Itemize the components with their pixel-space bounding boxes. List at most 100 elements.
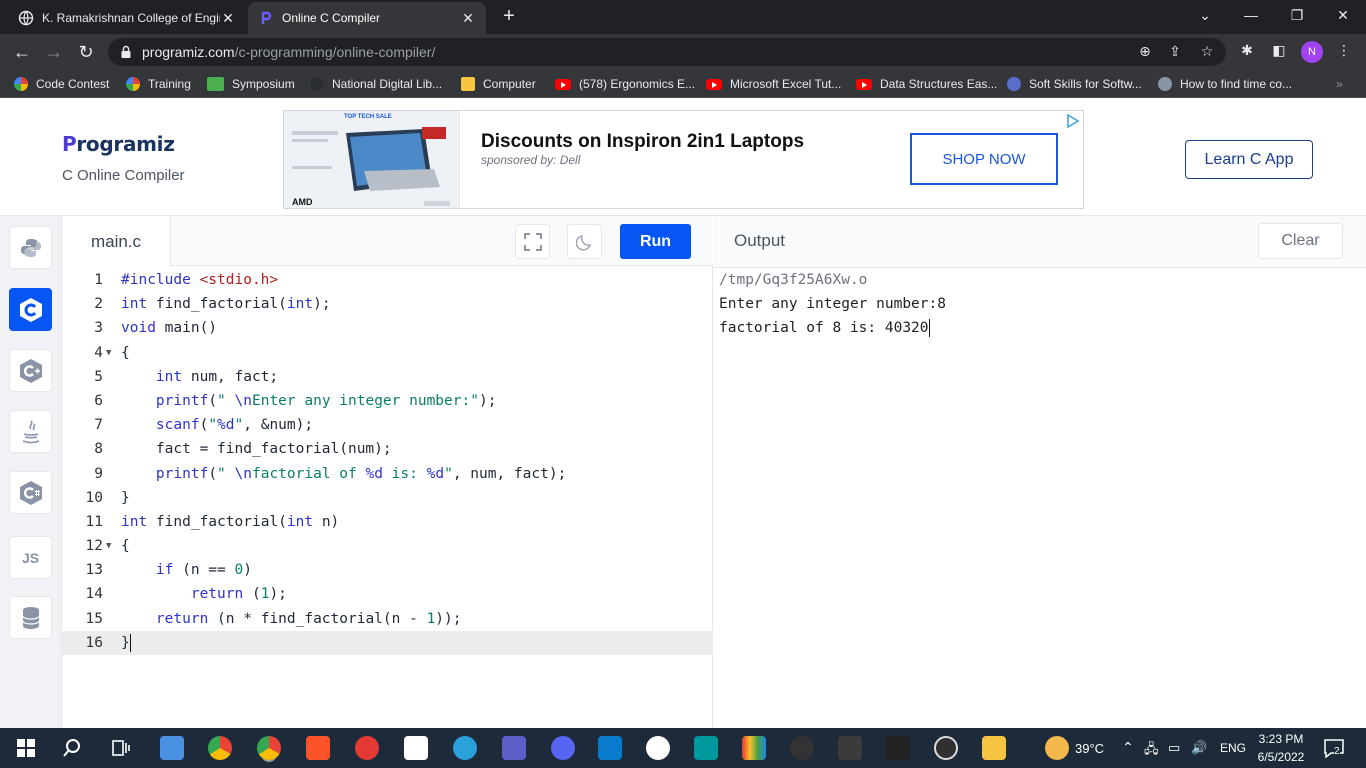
code-line[interactable]: 4 ▼ { [62,341,713,365]
bookmark-excel[interactable]: Microsoft Excel Tut... [706,76,841,92]
adchoices-icon[interactable] [1065,113,1081,129]
back-arrow-icon[interactable]: ← [10,40,34,64]
code-line-text[interactable]: int find_factorial(int); [121,292,331,316]
search-icon[interactable] [60,736,84,760]
close-tab-icon[interactable]: ✕ [460,10,476,27]
weather-sun-icon[interactable] [1045,736,1069,760]
clear-button[interactable]: Clear [1258,223,1343,259]
minimize-button[interactable]: — [1228,0,1274,30]
code-line[interactable]: 7 scanf("%d", &num); [62,413,713,437]
battery-icon[interactable]: ▭ [1168,740,1180,756]
profile-avatar[interactable]: N [1301,41,1323,63]
shop-now-button[interactable]: SHOP NOW [910,133,1058,185]
new-tab-button[interactable]: + [498,6,520,28]
discord-icon[interactable] [551,736,575,760]
code-line-text[interactable]: return (n * find_factorial(n - 1)); [121,607,462,631]
ad-laptop-image[interactable]: TOP TECH SALE AMD [284,111,460,208]
more-bookmarks-chevron-icon[interactable]: » [1336,76,1343,92]
obs-icon[interactable] [934,736,958,760]
lock-icon[interactable] [120,45,132,59]
restore-button[interactable]: ❐ [1274,0,1320,30]
code-line-text[interactable]: } [121,486,130,510]
code-line-text[interactable]: printf(" \nEnter any integer number:"); [121,389,497,413]
code-line-text[interactable]: fact = find_factorial(num); [121,437,392,461]
arduino-icon[interactable] [694,736,718,760]
bookmark-computer[interactable]: Computer [461,76,536,92]
code-line[interactable]: 3 void main() [62,316,713,340]
run-button[interactable]: Run [620,224,691,259]
chrome-icon[interactable] [208,736,232,760]
bookmark-data-structures[interactable]: Data Structures Eas... [856,76,997,92]
code-line[interactable]: 13 if (n == 0) [62,558,713,582]
network-icon[interactable]: 🖧 [1144,740,1159,762]
code-line-text[interactable]: { [121,341,130,365]
java-icon[interactable] [9,410,52,453]
bookmark-find-time[interactable]: How to find time co... [1158,76,1292,92]
file-explorer-icon[interactable] [982,736,1006,760]
code-line[interactable]: 5 int num, fact; [62,365,713,389]
code-line-text[interactable]: if (n == 0) [121,558,252,582]
brave-icon[interactable] [306,736,330,760]
side-panel-icon[interactable]: ◧ [1269,42,1289,62]
code-line[interactable]: 10} [62,486,713,510]
more-menu-icon[interactable]: ⋮ [1334,42,1354,62]
fold-arrow-icon[interactable]: ▼ [106,341,111,365]
code-line-text[interactable]: } [121,631,131,655]
audio-editor-icon[interactable] [886,736,910,760]
bookmark-ndl[interactable]: National Digital Lib... [310,76,442,92]
clock-date[interactable]: 6/5/2022 [1254,750,1308,764]
fullscreen-icon[interactable] [515,224,550,259]
bookmark-training[interactable]: Training [126,76,191,92]
bookmark-code-contest[interactable]: Code Contest [14,76,109,92]
code-line[interactable]: 11 int find_factorial(int n) [62,510,713,534]
code-line-active[interactable]: 16} [62,630,713,655]
code-area[interactable]: 1 #include <stdio.h> 2 int find_factorial(… [62,268,713,655]
close-window-button[interactable]: ✕ [1320,0,1366,30]
programiz-logo[interactable]: Programiz [62,132,175,156]
code-line-text[interactable]: scanf("%d", &num); [121,413,313,437]
code-line[interactable]: 6 printf(" \nEnter any integer number:")… [62,389,713,413]
file-tab-main-c[interactable]: main.c [62,216,171,267]
address-bar[interactable]: programiz.com/c-programming/online-compi… [108,38,1226,66]
learn-c-app-button[interactable]: Learn C App [1185,140,1313,179]
output-console[interactable]: /tmp/Gq3f25A6Xw.o Enter any integer numb… [719,268,946,341]
code-line[interactable]: 2 int find_factorial(int); [62,292,713,316]
code-line[interactable]: 8 fact = find_factorial(num); [62,437,713,461]
computer-app-icon[interactable] [160,736,184,760]
task-view-icon[interactable] [108,736,132,760]
code-line-text[interactable]: int num, fact; [121,365,278,389]
browser-app-icon[interactable] [646,736,670,760]
share-icon[interactable]: ⇪ [1166,43,1184,61]
code-line[interactable]: 12 ▼ { [62,534,713,558]
browser-tab-krce[interactable]: K. Ramakrishnan College of Engir ✕ [8,2,246,34]
code-line[interactable]: 14 return (1); [62,582,713,606]
code-line-text[interactable]: #include <stdio.h> [121,268,278,292]
clock-time[interactable]: 3:23 PM [1258,732,1304,746]
media-player-icon[interactable] [355,736,379,760]
code-line-text[interactable]: printf(" \nfactorial of %d is: %d", num,… [121,462,566,486]
sql-icon[interactable] [9,596,52,639]
vscode-icon[interactable] [598,736,622,760]
ad-banner[interactable]: TOP TECH SALE AMD Discounts on Inspiron … [283,110,1084,209]
teams-icon[interactable] [502,736,526,760]
code-line[interactable]: 9 printf(" \nfactorial of %d is: %d", nu… [62,462,713,486]
input-language[interactable]: ENG [1220,741,1246,755]
chrome-profile-icon[interactable] [257,736,281,760]
davinci-icon[interactable] [790,736,814,760]
python-icon[interactable] [9,226,52,269]
chevron-up-icon[interactable]: ⌃ [1122,739,1134,756]
fold-arrow-icon[interactable]: ▼ [106,534,111,558]
ad-title[interactable]: Discounts on Inspiron 2in1 Laptops [481,131,804,153]
code-line-text[interactable]: void main() [121,316,217,340]
dark-mode-moon-icon[interactable] [567,224,602,259]
code-line[interactable]: 1 #include <stdio.h> [62,268,713,292]
extensions-puzzle-icon[interactable]: ✱ [1237,42,1257,62]
csharp-icon[interactable] [9,471,52,514]
bookmark-ergonomics[interactable]: (578) Ergonomics E... [555,76,695,92]
reload-icon[interactable]: ↻ [74,40,98,64]
close-tab-icon[interactable]: ✕ [220,10,236,27]
app-icon[interactable] [838,736,862,760]
code-line-text[interactable]: { [121,534,130,558]
bookmark-symposium[interactable]: Symposium [207,76,295,92]
code-line-text[interactable]: return (1); [121,582,287,606]
